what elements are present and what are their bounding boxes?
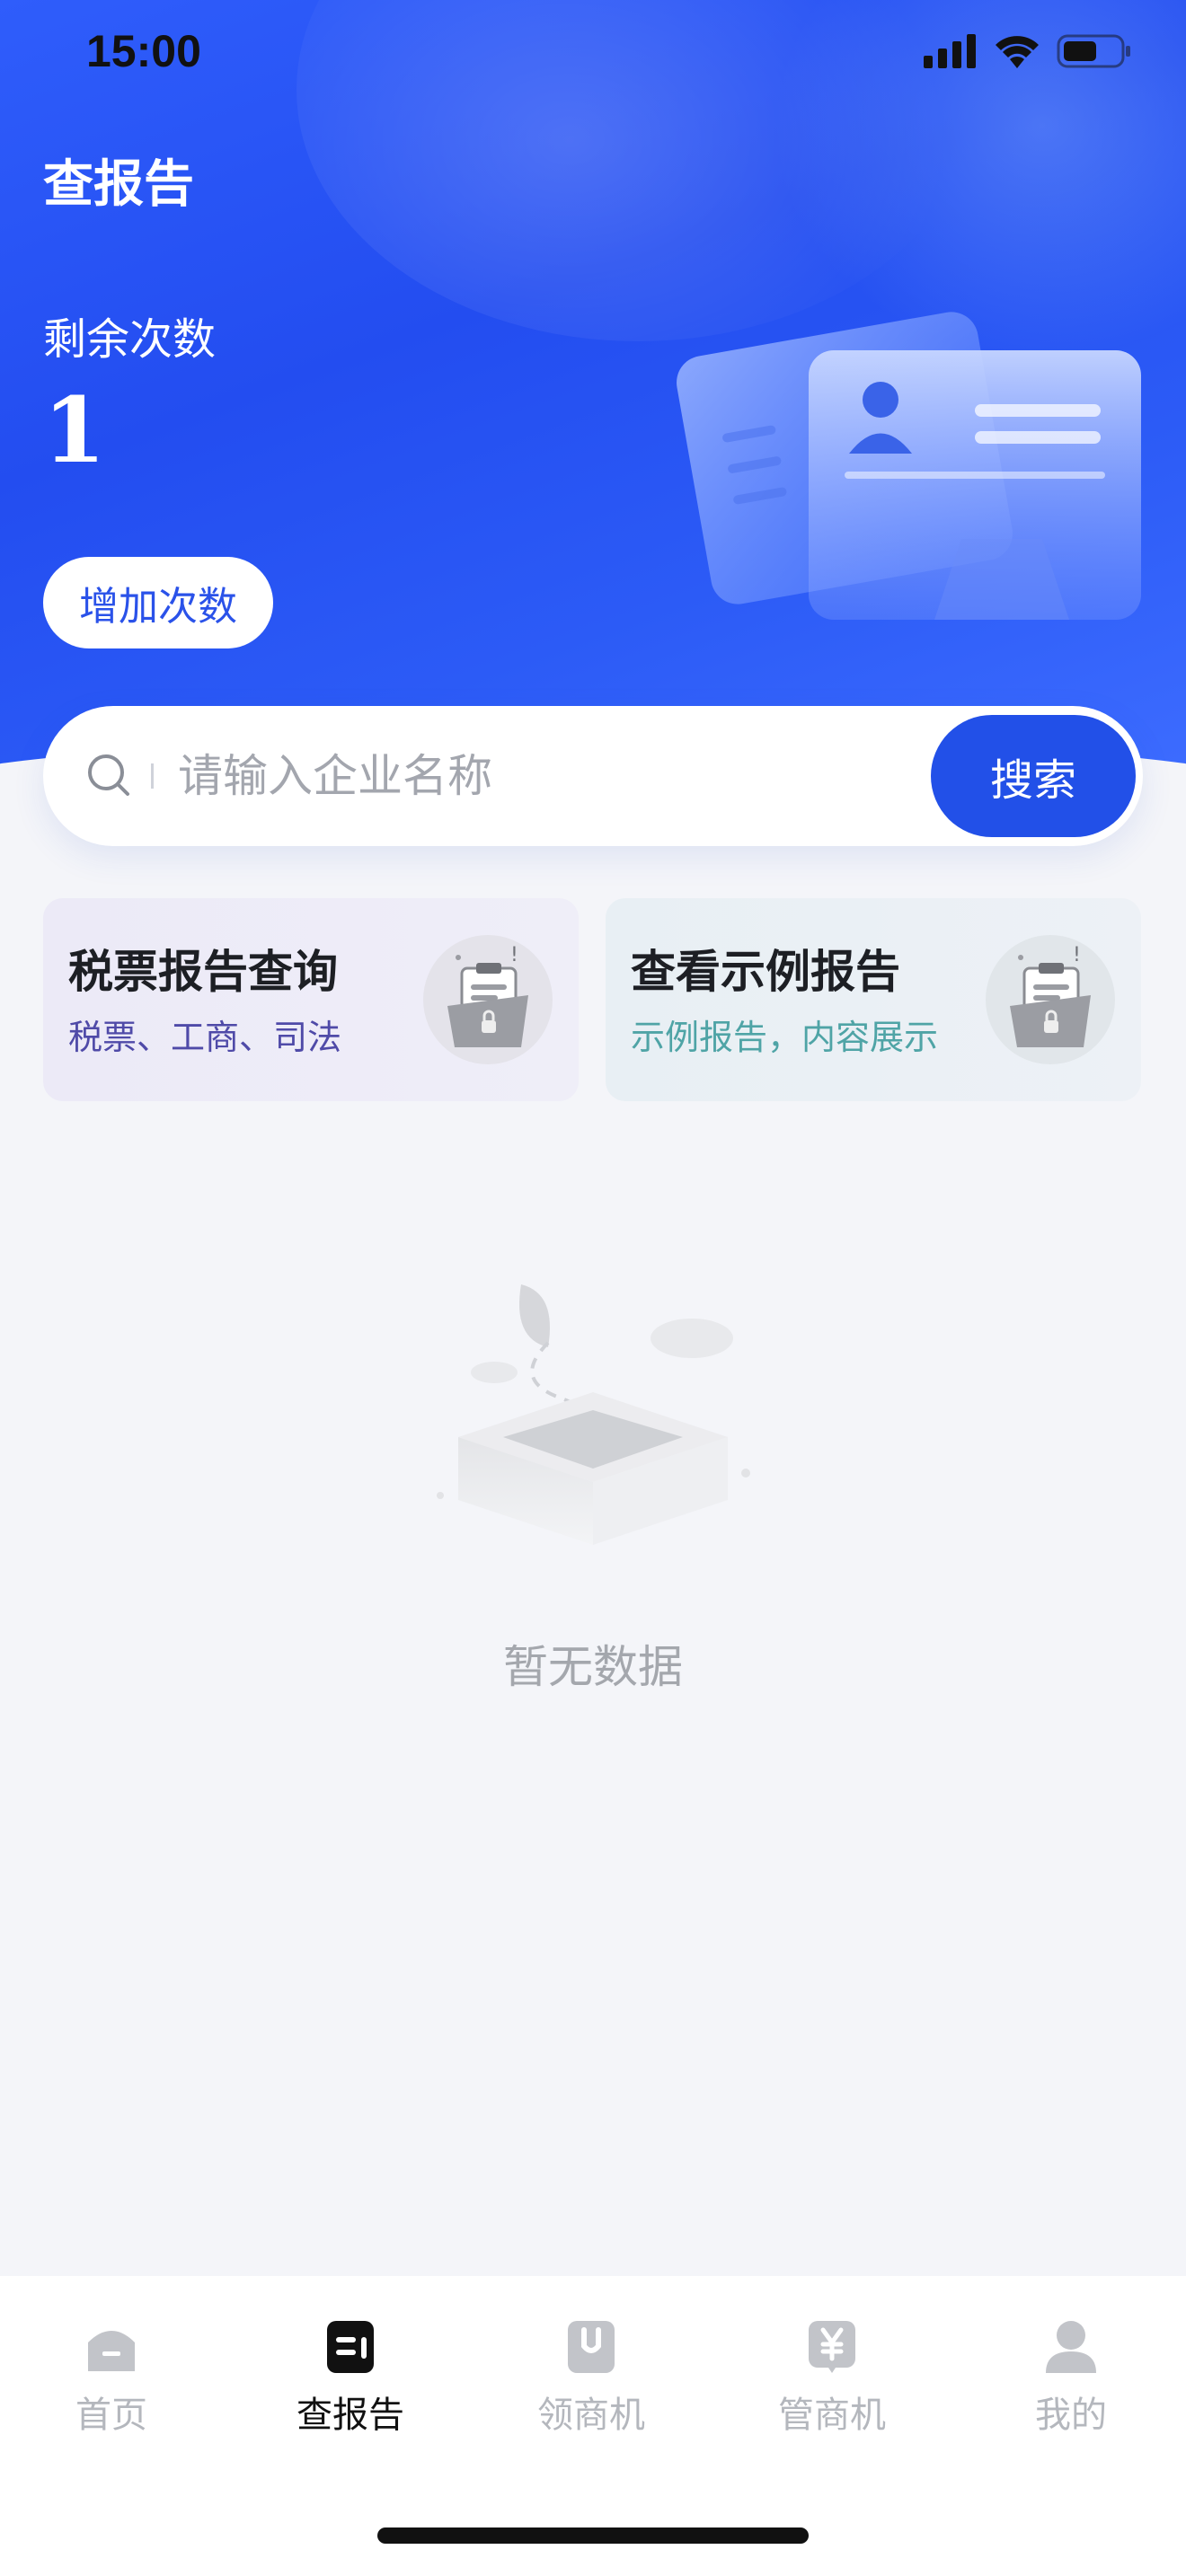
svg-text:!: !	[1073, 944, 1081, 966]
tab-manage-leads[interactable]: 管商机	[742, 2317, 922, 2452]
yen-icon	[809, 2321, 855, 2373]
card-subtitle: 税票、工商、司法	[68, 1018, 342, 1057]
search-divider	[151, 763, 154, 789]
empty-state-text: 暂无数据	[503, 1641, 683, 1693]
home-indicator[interactable]	[377, 2527, 809, 2544]
tab-home[interactable]: 首页	[22, 2317, 201, 2452]
tab-label: 查报告	[296, 2395, 404, 2436]
sample-report-card[interactable]: 查看示例报告 示例报告，内容展示 !	[606, 898, 1141, 1101]
bag-icon	[568, 2321, 615, 2373]
wifi-icon	[996, 36, 1039, 68]
search-icon	[88, 754, 129, 796]
home-icon	[88, 2331, 135, 2371]
search-bar: 搜索	[43, 706, 1143, 846]
empty-box-icon	[437, 1284, 750, 1545]
tab-label: 首页	[75, 2395, 147, 2436]
svg-text:!: !	[510, 944, 518, 966]
card-subtitle: 示例报告，内容展示	[631, 1018, 939, 1057]
battery-icon	[1057, 34, 1130, 68]
report-card-illustration	[677, 312, 1141, 620]
tab-label: 我的	[1035, 2395, 1107, 2436]
header-banner	[0, 0, 1186, 781]
search-button[interactable]: 搜索	[931, 715, 1136, 837]
search-input[interactable]	[178, 742, 942, 810]
card-title: 税票报告查询	[68, 946, 338, 998]
status-time: 15:00	[86, 26, 201, 76]
status-icons	[924, 32, 1132, 70]
tab-mine[interactable]: 我的	[981, 2317, 1161, 2452]
folder-lock-icon: !	[986, 935, 1115, 1064]
folder-lock-icon: !	[423, 935, 553, 1064]
report-icon	[327, 2321, 374, 2373]
status-bar: 15:00	[0, 0, 1186, 108]
tax-report-card[interactable]: 税票报告查询 税票、工商、司法 !	[43, 898, 579, 1101]
page-title: 查报告	[43, 155, 194, 214]
tab-get-leads[interactable]: 领商机	[501, 2317, 681, 2452]
card-title: 查看示例报告	[631, 946, 900, 998]
user-icon	[1046, 2321, 1096, 2373]
tab-label: 管商机	[778, 2395, 886, 2436]
remaining-label: 剩余次数	[43, 314, 217, 365]
tab-report[interactable]: 查报告	[261, 2317, 440, 2452]
remaining-count: 1	[43, 377, 106, 483]
page: 15:00 查报告 剩余次数 1 增加次数 请输入企业名称 搜索 税票报告查询 …	[0, 0, 1186, 2576]
signal-icon	[924, 34, 976, 68]
tab-label: 领商机	[537, 2395, 645, 2436]
add-count-button[interactable]: 增加次数	[43, 557, 273, 648]
